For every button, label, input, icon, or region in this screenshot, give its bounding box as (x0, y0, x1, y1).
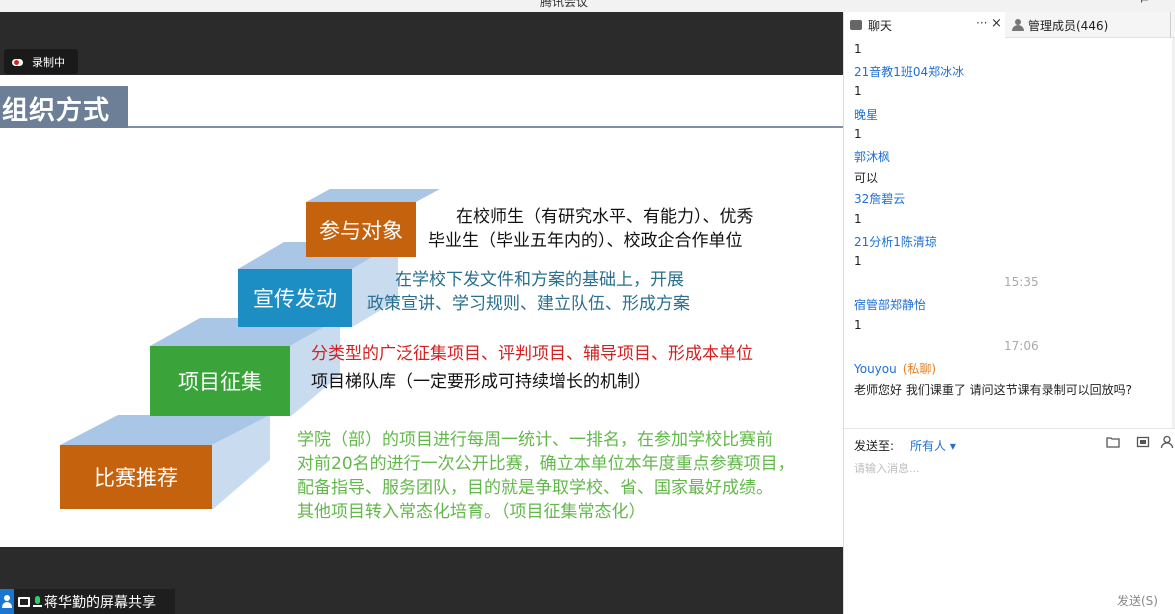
send-to-select[interactable]: 所有人 ▾ (910, 437, 956, 454)
title-bar: 腾讯会议 ⌐ (0, 0, 1175, 12)
message-body: 1 (854, 211, 862, 226)
step-label-participants: 参与对象 (319, 218, 403, 243)
message-sender-private: Youyou (私聊) (854, 360, 936, 377)
message-timestamp: 17:06 (1004, 338, 1039, 353)
member-icon (1012, 19, 1024, 31)
cloud-record-icon (10, 57, 24, 67)
share-status-bar[interactable]: 蒋华勤的屏幕共享 (0, 589, 175, 614)
minimize-icon[interactable]: ⌐ (1140, 0, 1149, 7)
chat-panel: 聊天 ··· × 管理成员(446) 1 21音教1班04郑冰冰 1 晚星 1 郭沐枫可以… (843, 12, 1175, 614)
step-label-publicity: 宣传发动 (253, 287, 337, 311)
step-box-recommend: 比赛推荐 (60, 445, 212, 509)
step-desc-publicity: 在学校下发文件和方案的基础上，开展 政策宣讲、学习规则、建立队伍、形成方案 (367, 268, 690, 316)
more-icon[interactable]: ··· (976, 16, 987, 30)
step-label-collection: 项目征集 (178, 370, 262, 394)
person-icon[interactable] (1160, 435, 1174, 449)
message-body: 1 (854, 126, 862, 141)
desc-line: 学院（部）的项目进行每周一统计、一排名，在参加学校比赛前 (297, 430, 773, 450)
tab-chat-label: 聊天 (868, 18, 893, 33)
send-to-label: 发送至: (854, 439, 895, 453)
recording-badge[interactable]: 录制中 (4, 49, 78, 74)
desc-line: 在学校下发文件和方案的基础上，开展 (395, 270, 684, 290)
message-body: 1 (854, 42, 862, 56)
tab-chat[interactable]: 聊天 ··· × (844, 12, 1005, 38)
message-input[interactable]: 请输入消息... (854, 460, 920, 476)
message-body: 1 (854, 317, 862, 332)
message-sender: 宿管部郑静怡 (854, 298, 927, 313)
step-box-collection: 项目征集 (150, 346, 290, 416)
desc-line: 在校师生（有研究水平、有能力）、优秀 (456, 207, 754, 227)
step-desc-participants: 在校师生（有研究水平、有能力）、优秀 毕业生（毕业五年内的）、校政企合作单位 (428, 205, 754, 253)
meeting-window: 腾讯会议 ⌐ 录制中 组织方式 参与对象 宣传发动 项目征集 比赛推荐 在校师生… (0, 0, 1175, 614)
screen-share-icon (18, 596, 30, 607)
recording-label: 录制中 (32, 55, 65, 69)
message-sender: 21分析1陈清琼 (854, 234, 937, 249)
screenshot-icon[interactable] (1136, 435, 1150, 449)
message-sender: 郭沐枫 (854, 150, 891, 164)
desc-line: 分类型的广泛征集项目、评判项目、辅导项目、形成本单位 (311, 344, 753, 364)
window-title: 腾讯会议 (540, 0, 589, 9)
desc-line: 对前20名的进行一次公开比赛，确立本单位本年度重点参赛项目， (297, 454, 795, 474)
message-sender: 晚星 (854, 107, 879, 122)
step-desc-recommend: 学院（部）的项目进行每周一统计、一排名，在参加学校比赛前 对前20名的进行一次公… (297, 428, 795, 524)
step-box-publicity: 宣传发动 (238, 269, 352, 327)
desc-line: 毕业生（毕业五年内的）、校政企合作单位 (428, 231, 743, 251)
share-status-label: 蒋华勤的屏幕共享 (44, 594, 156, 611)
tab-members-label: 管理成员(446) (1028, 18, 1109, 33)
chat-icon (850, 15, 862, 30)
compose-area: 发送至: 所有人 ▾ 请输入消息... 发送(S) (844, 428, 1175, 614)
step-box-participants: 参与对象 (306, 202, 416, 257)
desc-line: 政策宣讲、学习规则、建立队伍、形成方案 (367, 294, 690, 314)
step-desc-collection: 分类型的广泛征集项目、评判项目、辅导项目、形成本单位 项目梯队库（一定要形成可持… (311, 342, 753, 394)
stair-tread-4 (306, 189, 440, 202)
desc-line: 其他项目转入常态化培育。（项目征集常态化） (297, 502, 646, 522)
close-icon[interactable]: × (991, 16, 1002, 31)
mic-icon (33, 595, 42, 608)
chat-tabs: 聊天 ··· × 管理成员(446) (844, 12, 1175, 38)
message-timestamp: 15:35 (1004, 275, 1039, 290)
message-body: 1 (854, 254, 862, 268)
person-icon (0, 589, 14, 614)
message-body: 可以 (854, 171, 879, 186)
desc-line: 配备指导、服务团队，目的就是争取学校、省、国家最好成绩。 (297, 478, 773, 498)
send-button[interactable]: 发送(S) (1117, 592, 1158, 609)
message-sender: 32詹碧云 (854, 192, 906, 207)
message-sender: 21音教1班04郑冰冰 (854, 65, 965, 80)
panel-divider[interactable] (1170, 12, 1175, 38)
desc-line: 项目梯队库（一定要形成可持续增长的机制） (311, 372, 651, 392)
shared-slide: 组织方式 参与对象 宣传发动 项目征集 比赛推荐 在校师生（有研究水平、有能力）… (0, 75, 843, 547)
step-label-recommend: 比赛推荐 (94, 466, 178, 490)
message-body: 老师您好 我们课重了 请问这节课有录制可以回放吗? (854, 383, 1133, 398)
folder-icon[interactable] (1106, 435, 1120, 449)
message-sender: Youyou (854, 362, 897, 376)
private-chat-tag: (私聊) (902, 362, 937, 376)
tab-members[interactable]: 管理成员(446) (1006, 12, 1108, 38)
message-body: 1 (854, 84, 862, 99)
